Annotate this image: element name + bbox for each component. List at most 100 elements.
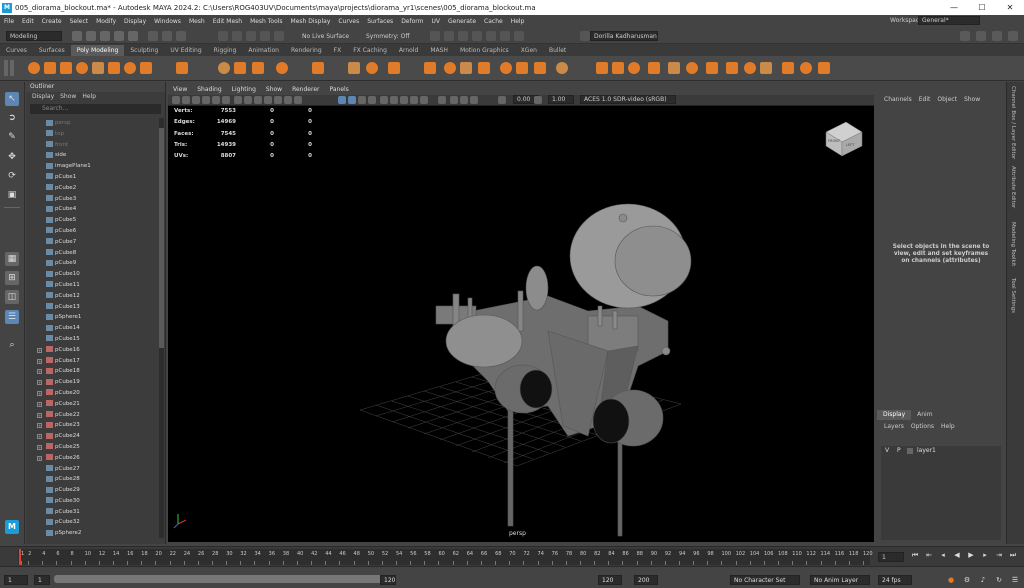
gate-mask-icon[interactable] (264, 96, 272, 104)
bridge-icon[interactable] (388, 62, 400, 74)
outliner-item[interactable]: + pCube19 (26, 377, 158, 388)
animation-end-field[interactable]: 200 (634, 575, 658, 585)
film-gate-icon[interactable] (244, 96, 252, 104)
outliner-scroll-thumb[interactable] (159, 128, 164, 348)
range-bar[interactable] (54, 575, 390, 583)
outliner-item[interactable]: pCube29 (26, 485, 158, 496)
platonic-icon[interactable] (140, 62, 152, 74)
outliner-scrollbar[interactable] (159, 118, 164, 538)
motion-blur-icon[interactable] (410, 96, 418, 104)
expand-icon[interactable]: + (37, 369, 42, 375)
layer-menu-help[interactable]: Help (941, 423, 955, 430)
render-frame-icon[interactable] (444, 31, 454, 41)
select-component-icon[interactable] (176, 31, 186, 41)
offset-edge-icon[interactable] (612, 62, 624, 74)
shelf-tab-xgen[interactable]: XGen (515, 45, 543, 56)
shelf-tab-sculpting[interactable]: Sculpting (124, 45, 164, 56)
shelf-tab-arnold[interactable]: Arnold (393, 45, 424, 56)
edge-loop-icon[interactable] (596, 62, 608, 74)
shelf-tab-uv-editing[interactable]: UV Editing (164, 45, 207, 56)
arnold-render-icon[interactable] (514, 31, 524, 41)
snap-surface-icon[interactable] (274, 31, 284, 41)
snap-grid-icon[interactable] (218, 31, 228, 41)
outliner-layout-icon[interactable]: ☰ (5, 310, 19, 324)
poly-plane-icon[interactable] (108, 62, 120, 74)
view-cube-right-label[interactable]: LEFT (846, 143, 855, 147)
outliner-search-input[interactable]: Search... (30, 104, 161, 114)
poly-torus-icon[interactable] (92, 62, 104, 74)
playback-end-field[interactable]: 120 (598, 575, 622, 585)
outliner-item[interactable]: pCube6 (26, 226, 158, 237)
viewport-menu-panels[interactable]: Panels (329, 85, 348, 95)
expand-icon[interactable]: + (37, 423, 42, 429)
anim-prefs-icon[interactable]: ⚙ (962, 575, 972, 585)
menu-deform[interactable]: Deform (401, 18, 423, 25)
reduce-icon[interactable] (726, 62, 738, 74)
expand-icon[interactable]: + (37, 390, 42, 396)
multi-cut-icon[interactable] (534, 62, 546, 74)
right-tab-attribute-editor[interactable]: Attribute Editor (1010, 166, 1016, 208)
tool-settings-icon[interactable] (992, 31, 1002, 41)
xray-joints-icon[interactable] (460, 96, 468, 104)
view-cube-front-label[interactable]: FRONT (828, 139, 841, 143)
collapse-icon[interactable] (686, 62, 698, 74)
shelf-tab-rendering[interactable]: Rendering (285, 45, 328, 56)
outliner-item[interactable]: pCube12 (26, 291, 158, 302)
viewport-menu-lighting[interactable]: Lighting (232, 85, 256, 95)
fill-hole-icon[interactable] (478, 62, 490, 74)
mirror-icon[interactable] (348, 62, 360, 74)
live-surface-label[interactable]: No Live Surface (302, 33, 349, 40)
symmetry-label[interactable]: Symmetry: Off (366, 33, 409, 40)
poly-sphere-icon[interactable] (28, 62, 40, 74)
outliner-item[interactable]: pCube11 (26, 280, 158, 291)
viewport-menu-view[interactable]: View (173, 85, 187, 95)
layer-color-swatch[interactable] (907, 448, 913, 454)
layer-menu-layers[interactable]: Layers (884, 423, 904, 430)
channel-menu-object[interactable]: Object (937, 96, 957, 103)
split-icon[interactable] (648, 62, 660, 74)
smooth-icon[interactable] (276, 62, 288, 74)
step-forward-key-button[interactable]: ⇥ (994, 550, 1004, 560)
viewport-menu-renderer[interactable]: Renderer (292, 85, 319, 95)
shelf-tab-surfaces[interactable]: Surfaces (33, 45, 71, 56)
gamma-icon[interactable] (534, 96, 542, 104)
menu-generate[interactable]: Generate (448, 18, 476, 25)
range-start-field[interactable]: 1 (34, 575, 50, 585)
auto-key-icon[interactable]: ● (946, 575, 956, 585)
right-tab-modeling-toolkit[interactable]: Modeling Toolkit (1010, 222, 1016, 266)
extrude-icon[interactable] (424, 62, 436, 74)
snap-point-icon[interactable] (246, 31, 256, 41)
super-shape-icon[interactable] (176, 62, 188, 74)
outliner-item[interactable]: + pCube22 (26, 410, 158, 421)
shelf-tab-fx-caching[interactable]: FX Caching (347, 45, 393, 56)
open-scene-icon[interactable] (86, 31, 96, 41)
select-hierarchy-icon[interactable] (148, 31, 158, 41)
fps-select[interactable]: 24 fps (878, 575, 912, 585)
bevel-icon[interactable] (444, 62, 456, 74)
search-icon[interactable]: ⌕ (5, 338, 19, 352)
bookmarks-icon[interactable] (192, 96, 200, 104)
outliner-item[interactable]: pCube15 (26, 334, 158, 345)
outliner-item[interactable]: side (26, 150, 158, 161)
render-view-icon[interactable] (500, 31, 510, 41)
channel-menu-channels[interactable]: Channels (884, 96, 912, 103)
attribute-editor-icon[interactable] (976, 31, 986, 41)
ipr-render-icon[interactable] (458, 31, 468, 41)
sound-icon[interactable]: ♪ (978, 575, 988, 585)
menu-mesh-display[interactable]: Mesh Display (291, 18, 331, 25)
expand-icon[interactable]: + (37, 347, 42, 353)
expand-icon[interactable]: + (37, 434, 42, 440)
outliner-item[interactable]: pCube10 (26, 269, 158, 280)
expand-icon[interactable]: + (37, 412, 42, 418)
shelf-tab-rigging[interactable]: Rigging (208, 45, 243, 56)
append-icon[interactable] (460, 62, 472, 74)
go-to-end-button[interactable]: ⏭ (1008, 550, 1018, 560)
lasso-tool-icon[interactable]: ➲ (5, 111, 19, 125)
viewport-menu-shading[interactable]: Shading (197, 85, 221, 95)
textured-icon[interactable] (368, 96, 376, 104)
loop-icon[interactable]: ↻ (994, 575, 1004, 585)
expand-icon[interactable]: + (37, 455, 42, 461)
expand-icon[interactable]: + (37, 380, 42, 386)
menu-create[interactable]: Create (42, 18, 62, 25)
select-tool-icon[interactable]: ↖ (5, 92, 19, 106)
